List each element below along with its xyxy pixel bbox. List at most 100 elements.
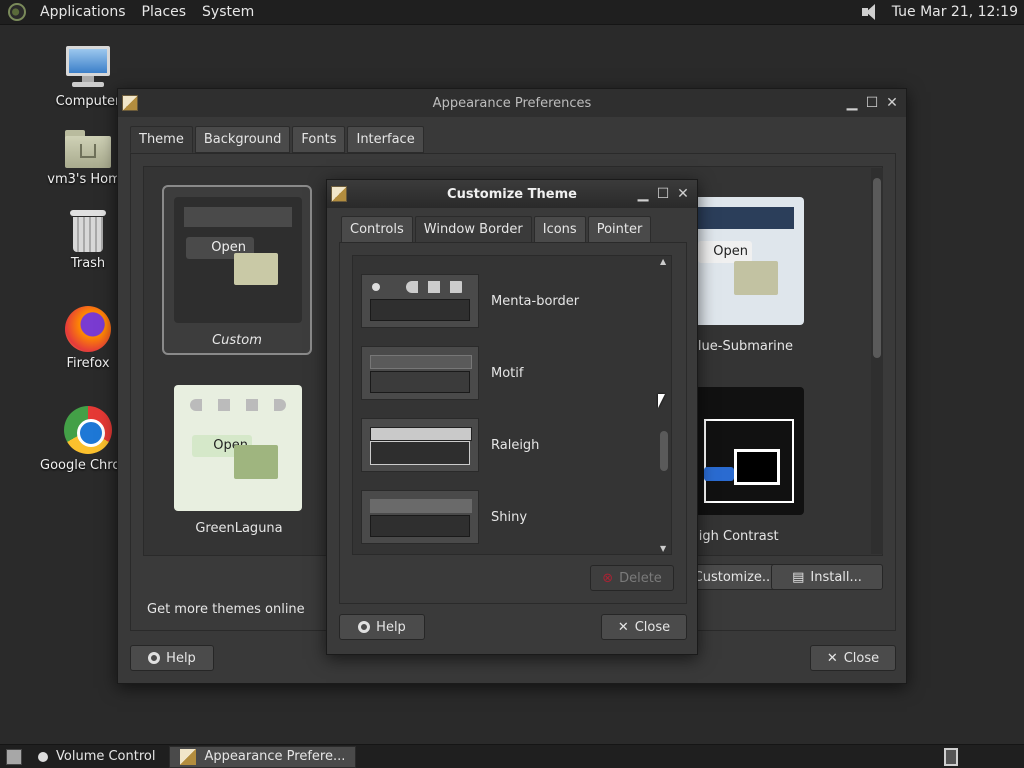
task-volume-control[interactable]: Volume Control <box>28 746 165 768</box>
folder-icon <box>734 449 780 485</box>
customize-dialog: Customize Theme ▁ ☐ ✕ Controls Window Bo… <box>326 179 698 655</box>
tab-controls[interactable]: Controls <box>341 216 413 243</box>
border-list: Menta-border Motif Raleigh Shiny <box>352 255 672 555</box>
close-label: Close <box>843 650 880 666</box>
checkbox-icon <box>704 467 734 481</box>
minimize-icon[interactable]: ▁ <box>844 95 860 111</box>
tab-theme[interactable]: Theme <box>130 126 193 153</box>
folder-icon <box>234 445 278 479</box>
customize-titlebar[interactable]: Customize Theme ▁ ☐ ✕ <box>327 180 697 208</box>
theme-custom[interactable]: Open Custom <box>162 185 312 355</box>
task-label: Appearance Prefere... <box>204 749 346 764</box>
list-item[interactable]: Raleigh <box>353 416 653 474</box>
menu-places[interactable]: Places <box>134 4 195 20</box>
show-desktop-icon[interactable] <box>6 748 22 765</box>
preview-open-button: Open <box>698 241 752 263</box>
theme-name: Custom <box>212 333 262 348</box>
theme-preview <box>694 387 804 515</box>
theme-name: Blue-Submarine <box>689 339 794 354</box>
trash-icon <box>70 210 106 252</box>
window-title: Appearance Preferences <box>432 95 592 111</box>
list-item[interactable]: Motif <box>353 344 653 402</box>
border-name: Motif <box>491 365 524 381</box>
tab-icons[interactable]: Icons <box>533 216 586 243</box>
list-item[interactable]: Menta-border <box>353 272 653 330</box>
install-button[interactable]: ▤ Install... <box>771 564 883 590</box>
volume-icon[interactable] <box>861 4 882 20</box>
menu-applications[interactable]: Applications <box>32 4 134 20</box>
customize-label: Customize... <box>693 569 775 585</box>
tab-fonts[interactable]: Fonts <box>292 126 346 153</box>
close-icon: ✕ <box>826 650 838 666</box>
theme-name: GreenLaguna <box>195 521 283 536</box>
help-icon <box>358 621 371 633</box>
menu-system[interactable]: System <box>194 4 262 20</box>
mouse-pointer-icon <box>658 394 665 408</box>
scroll-thumb[interactable] <box>660 431 668 471</box>
theme-name: High Contrast <box>689 529 779 544</box>
window-border-panel: Menta-border Motif Raleigh Shiny ▲ ▼ ⊗ D… <box>339 242 687 604</box>
theme-blue-submarine[interactable]: Open Blue-Submarine <box>689 197 829 357</box>
task-appearance-preferences[interactable]: Appearance Prefere... <box>169 745 357 768</box>
appearance-titlebar[interactable]: Appearance Preferences ▁ ☐ ✕ <box>118 89 906 117</box>
border-name: Shiny <box>491 509 528 525</box>
maximize-icon[interactable]: ☐ <box>655 186 671 202</box>
delete-button[interactable]: ⊗ Delete <box>590 565 674 591</box>
tab-interface[interactable]: Interface <box>347 126 424 153</box>
minimize-icon[interactable]: ▁ <box>635 186 651 202</box>
close-icon[interactable]: ✕ <box>884 95 900 111</box>
workspace-switcher-icon[interactable] <box>944 747 958 766</box>
bottom-panel: Volume Control Appearance Prefere... <box>0 744 1024 768</box>
theme-greenlaguna[interactable]: Open GreenLaguna <box>174 385 304 545</box>
preview-titlebar <box>694 207 794 229</box>
tab-window-border[interactable]: Window Border <box>414 216 532 243</box>
preview-titlebar <box>190 399 286 411</box>
border-preview <box>361 490 479 544</box>
border-preview <box>361 418 479 472</box>
theme-preview: Open <box>694 197 804 325</box>
appearance-tabs: Theme Background Fonts Interface <box>130 126 424 153</box>
firefox-icon <box>65 306 111 352</box>
dialog-close-button[interactable]: ✕ Close <box>601 614 687 640</box>
close-icon: ✕ <box>617 619 629 635</box>
top-panel-tray: Tue Mar 21, 12:19 <box>861 0 1024 25</box>
dialog-help-button[interactable]: Help <box>339 614 425 640</box>
clock[interactable]: Tue Mar 21, 12:19 <box>892 4 1024 20</box>
list-item[interactable]: Shiny <box>353 488 653 546</box>
close-icon[interactable]: ✕ <box>675 186 691 202</box>
theme-high-contrast[interactable]: High Contrast <box>689 387 829 547</box>
folder-icon <box>734 261 778 295</box>
get-more-themes-link[interactable]: Get more themes online <box>147 602 305 617</box>
border-name: Raleigh <box>491 437 540 453</box>
appearance-app-icon <box>331 186 347 202</box>
border-preview <box>361 346 479 400</box>
help-icon <box>148 652 161 664</box>
tab-background[interactable]: Background <box>194 126 291 153</box>
appearance-app-icon <box>180 748 197 765</box>
install-icon: ▤ <box>792 569 805 585</box>
preview-titlebar <box>184 207 292 227</box>
close-label: Close <box>634 619 671 635</box>
border-preview <box>361 274 479 328</box>
customize-button[interactable]: Customize... <box>689 564 779 590</box>
border-name: Menta-border <box>491 293 580 309</box>
customize-tabs: Controls Window Border Icons Pointer <box>341 216 652 243</box>
delete-label: Delete <box>619 570 662 586</box>
gnome-foot-icon[interactable] <box>8 3 26 21</box>
computer-icon <box>64 46 112 90</box>
scroll-down-icon[interactable]: ▼ <box>660 544 666 553</box>
scroll-up-icon[interactable]: ▲ <box>660 257 666 266</box>
install-label: Install... <box>810 569 862 585</box>
appearance-app-icon <box>122 95 138 111</box>
scroll-thumb[interactable] <box>873 178 881 358</box>
folder-icon <box>234 253 278 285</box>
tab-pointer[interactable]: Pointer <box>587 216 652 243</box>
delete-icon: ⊗ <box>602 570 614 586</box>
theme-preview: Open <box>174 197 302 323</box>
help-button[interactable]: Help <box>130 645 214 671</box>
task-label: Volume Control <box>56 749 156 764</box>
close-button[interactable]: ✕ Close <box>810 645 896 671</box>
theme-scrollbar[interactable] <box>871 168 883 554</box>
theme-preview: Open <box>174 385 302 511</box>
maximize-icon[interactable]: ☐ <box>864 95 880 111</box>
